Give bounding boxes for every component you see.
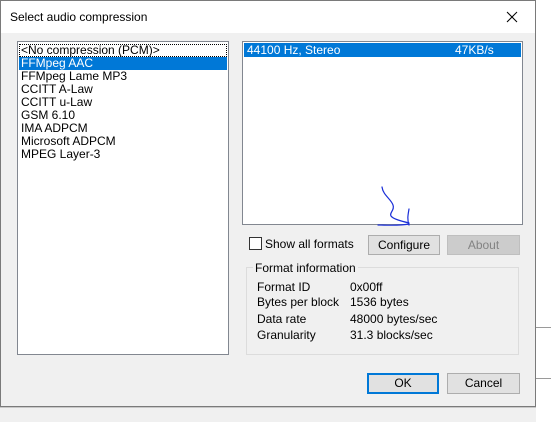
format-item-selected[interactable]: 44100 Hz, Stereo 47KB/s <box>244 43 521 57</box>
close-button[interactable] <box>489 1 535 33</box>
background-window <box>536 0 551 422</box>
background-divider <box>0 407 536 408</box>
format-rate: 44100 Hz, Stereo <box>247 43 341 57</box>
data-rate-value: 48000 bytes/sec <box>350 312 438 326</box>
about-button[interactable]: About <box>447 235 520 255</box>
granularity-value: 31.3 blocks/sec <box>350 328 433 342</box>
bytes-per-block-label: Bytes per block <box>257 295 340 309</box>
title-bar: Select audio compression <box>1 1 535 33</box>
ok-button[interactable]: OK <box>367 373 439 394</box>
checkbox-box[interactable] <box>249 237 262 250</box>
hand-drawn-arrow-annotation <box>377 186 410 226</box>
format-information-title: Format information <box>253 261 358 275</box>
screen: Select audio compression <No compression… <box>0 0 551 422</box>
show-all-formats-label[interactable]: Show all formats <box>265 237 354 251</box>
codec-item[interactable]: MPEG Layer-3 <box>19 148 227 161</box>
codec-list[interactable]: <No compression (PCM)> FFMpeg AAC FFMpeg… <box>17 41 229 355</box>
cancel-button[interactable]: Cancel <box>447 373 520 394</box>
close-icon <box>506 11 518 23</box>
format-id-label: Format ID <box>257 280 311 294</box>
background-divider <box>536 378 551 379</box>
format-id-value: 0x00ff <box>350 280 383 294</box>
format-bitrate: 47KB/s <box>455 43 494 57</box>
window-title: Select audio compression <box>10 10 148 24</box>
data-rate-label: Data rate <box>257 312 307 326</box>
background-divider <box>536 327 551 328</box>
granularity-label: Granularity <box>257 328 316 342</box>
bytes-per-block-value: 1536 bytes <box>350 295 409 309</box>
audio-compression-dialog: Select audio compression <No compression… <box>0 0 536 407</box>
